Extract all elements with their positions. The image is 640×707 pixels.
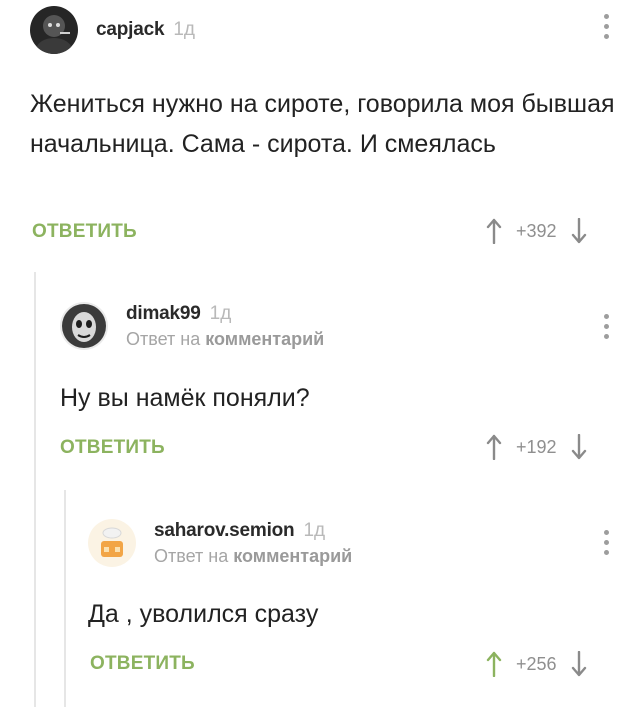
comment-text: Да , уволился сразу — [88, 600, 319, 628]
user-row: saharov.semion 1д — [154, 520, 352, 542]
reply-button[interactable]: ОТВЕТИТЬ — [90, 653, 195, 675]
comment-meta: saharov.semion 1д Ответ на комментарий — [154, 520, 352, 567]
comment-saharov-semion: saharov.semion 1д Ответ на комментарий Д… — [0, 0, 640, 707]
arrow-down-icon[interactable] — [571, 651, 587, 677]
reply-target-link[interactable]: комментарий — [233, 546, 352, 566]
avatar-saharov[interactable] — [88, 519, 136, 567]
kebab-menu-icon[interactable] — [601, 530, 611, 558]
comment-header: saharov.semion 1д Ответ на комментарий — [88, 519, 352, 567]
vote-controls: +256 — [486, 650, 587, 678]
arrow-up-icon[interactable] — [486, 651, 502, 677]
score: +256 — [516, 653, 557, 674]
timestamp: 1д — [303, 519, 326, 541]
reply-prefix: Ответ на — [154, 545, 234, 566]
reply-to-line: Ответ на комментарий — [154, 546, 352, 567]
username[interactable]: saharov.semion — [154, 520, 295, 542]
